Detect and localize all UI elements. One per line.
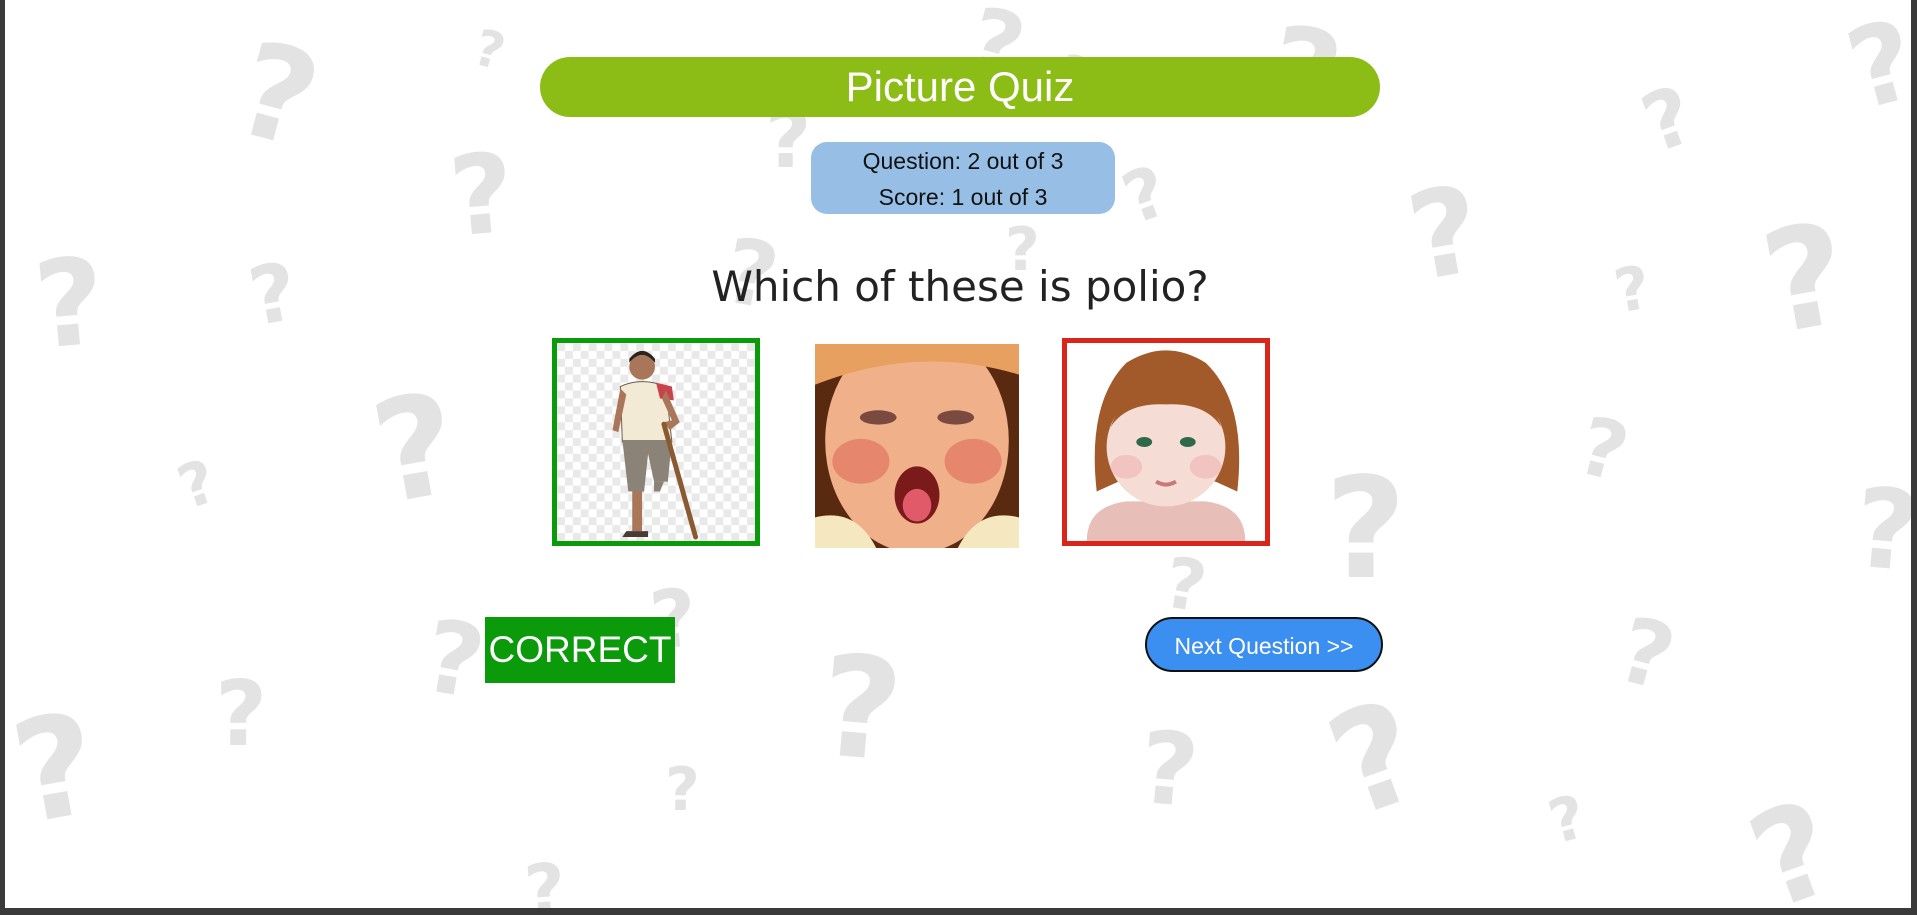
quiz-title: Picture Quiz <box>540 57 1380 117</box>
question-mark-icon: ? <box>221 11 334 179</box>
question-mark-icon: ? <box>444 128 520 262</box>
choice-1[interactable] <box>552 338 760 546</box>
progress-panel: Question: 2 out of 3 Score: 1 out of 3 <box>811 142 1115 214</box>
question-mark-icon: ? <box>467 18 512 82</box>
result-badge: CORRECT <box>485 617 675 683</box>
girl-swollen-face-image <box>1067 343 1265 541</box>
question-mark-icon: ? <box>1607 597 1686 712</box>
question-mark-icon: ? <box>415 596 493 723</box>
child-coughing-image <box>815 344 1019 548</box>
question-mark-icon: ? <box>1834 0 1911 136</box>
question-mark-icon: ? <box>1541 781 1594 859</box>
question-mark-icon: ? <box>1849 463 1911 597</box>
question-mark-icon: ? <box>1731 770 1855 908</box>
question-mark-icon: ? <box>215 662 268 767</box>
question-mark-icon: ? <box>1309 669 1442 851</box>
question-mark-icon: ? <box>1158 541 1213 629</box>
choice-2[interactable] <box>815 344 1019 548</box>
question-mark-icon: ? <box>169 446 226 524</box>
man-with-crutch-image <box>557 343 755 541</box>
question-mark-icon: ? <box>361 362 470 537</box>
score-counter: Score: 1 out of 3 <box>878 184 1048 210</box>
question-mark-icon: ? <box>1135 708 1204 831</box>
choice-3[interactable] <box>1062 338 1270 546</box>
question-mark-icon: ? <box>1630 67 1706 172</box>
question-mark-icon: ? <box>665 755 700 825</box>
quiz-page: ??????????????????????????????????? Pict… <box>5 0 1911 908</box>
question-mark-icon: ? <box>1112 149 1179 241</box>
question-mark-icon: ? <box>1568 398 1638 501</box>
question-prompt: Which of these is polio? <box>711 262 1209 311</box>
question-mark-icon: ? <box>521 847 570 908</box>
next-question-button[interactable]: Next Question >> <box>1145 617 1383 672</box>
question-counter: Question: 2 out of 3 <box>862 148 1064 174</box>
question-mark-icon: ? <box>1325 448 1407 611</box>
question-mark-icon: ? <box>242 244 305 345</box>
question-mark-icon: ? <box>1398 160 1492 309</box>
question-mark-icon: ? <box>813 624 909 795</box>
question-mark-icon: ? <box>1609 252 1656 328</box>
question-mark-icon: ? <box>29 232 111 377</box>
question-mark-icon: ? <box>5 682 110 857</box>
question-mark-icon: ? <box>1751 192 1860 367</box>
